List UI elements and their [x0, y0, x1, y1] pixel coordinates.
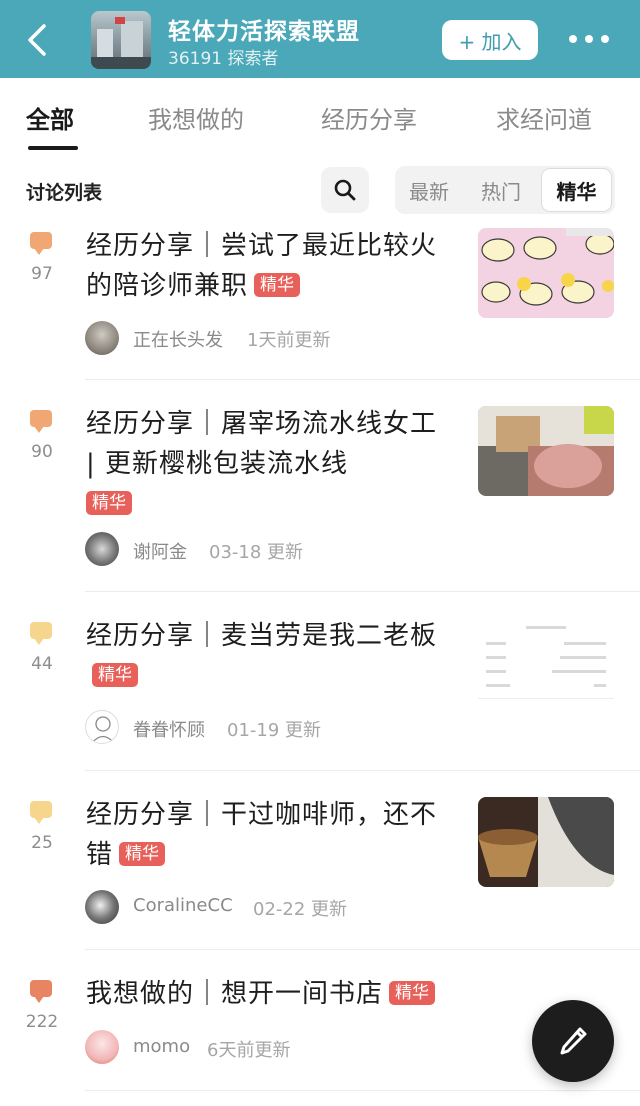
divider — [85, 949, 640, 950]
comment-bubble-icon — [30, 622, 52, 645]
comment-bubble-icon — [30, 801, 52, 824]
update-time: 01-19 更新 — [227, 720, 322, 741]
comment-count: 90 — [31, 442, 53, 462]
tab-want-to-do[interactable]: 我想做的 — [148, 100, 244, 135]
author-avatar[interactable] — [85, 321, 119, 355]
divider — [85, 379, 640, 380]
divider — [85, 1090, 640, 1091]
post-title: 经历分享｜干过咖啡师，还不错 精华 — [86, 795, 456, 875]
update-time: 03-18 更新 — [209, 542, 304, 563]
search-button[interactable] — [321, 167, 369, 213]
divider — [85, 591, 640, 592]
group-title: 轻体力活探索联盟 — [168, 19, 360, 45]
comment-count: 44 — [31, 654, 53, 674]
tab-all[interactable]: 全部 — [26, 100, 74, 135]
group-avatar[interactable] — [91, 11, 151, 69]
comment-bubble-icon — [30, 980, 52, 1003]
active-tab-indicator — [28, 146, 78, 150]
comment-bubble-icon — [30, 232, 52, 255]
author-avatar[interactable] — [85, 532, 119, 566]
more-dots-icon[interactable] — [569, 35, 609, 45]
join-button[interactable]: + 加入 — [442, 20, 538, 60]
post-thumbnail[interactable] — [478, 228, 614, 318]
featured-badge: 精华 — [389, 981, 436, 1005]
post-thumbnail[interactable] — [478, 797, 614, 887]
compose-button[interactable] — [532, 1000, 614, 1082]
sort-segmented-control: 最新 热门 精华 — [395, 166, 615, 214]
post-title: 经历分享｜麦当劳是我二老板精华 — [86, 616, 456, 696]
author-avatar[interactable] — [85, 1030, 119, 1064]
author-name[interactable]: 眷眷怀顾 — [133, 716, 205, 742]
sort-featured[interactable]: 精华 — [541, 168, 612, 212]
featured-badge: 精华 — [86, 491, 132, 515]
post-title: 经历分享｜屠宰场流水线女工 | 更新樱桃包装流水线精华 — [86, 404, 456, 524]
author-avatar[interactable] — [85, 710, 119, 744]
tab-ask[interactable]: 求经问道 — [496, 100, 592, 135]
author-name[interactable]: CoralineCC — [133, 895, 233, 916]
post-title-text: 经历分享｜屠宰场流水线女工 | 更新樱桃包装流水线 — [86, 409, 438, 479]
divider — [85, 770, 640, 771]
featured-badge: 精华 — [92, 663, 138, 687]
post-thumbnail[interactable] — [478, 406, 614, 496]
back-chevron-icon[interactable] — [22, 20, 52, 60]
post-title-text: 我想做的｜想开一间书店 — [86, 979, 384, 1009]
pen-icon — [560, 1027, 587, 1055]
featured-badge: 精华 — [119, 842, 166, 866]
sort-latest[interactable]: 最新 — [409, 176, 449, 205]
member-count: 36191 探索者 — [168, 49, 279, 69]
author-name[interactable]: momo — [133, 1036, 190, 1057]
featured-badge: 精华 — [254, 273, 301, 297]
post-title: 我想做的｜想开一间书店 精华 — [86, 974, 456, 1014]
group-header: 轻体力活探索联盟 36191 探索者 + 加入 — [0, 0, 640, 78]
author-name[interactable]: 正在长头发 — [133, 326, 223, 352]
author-avatar[interactable] — [85, 890, 119, 924]
search-icon — [334, 179, 356, 201]
update-time: 6天前更新 — [207, 1040, 291, 1061]
post-title-text: 经历分享｜麦当劳是我二老板 — [86, 621, 438, 651]
comment-count: 97 — [31, 264, 53, 284]
tab-experience[interactable]: 经历分享 — [321, 100, 417, 135]
discussion-list-title: 讨论列表 — [26, 182, 103, 204]
post-thumbnail[interactable] — [478, 618, 614, 708]
comment-count: 25 — [31, 833, 53, 853]
author-name[interactable]: 谢阿金 — [133, 538, 187, 564]
post-title: 经历分享｜尝试了最近比较火的陪诊师兼职 精华 — [86, 226, 456, 306]
update-time: 02-22 更新 — [253, 899, 348, 920]
comment-bubble-icon — [30, 410, 52, 433]
update-time: 1天前更新 — [247, 330, 331, 351]
tab-bar: 全部 我想做的 经历分享 求经问道 — [0, 78, 640, 154]
comment-count: 222 — [25, 1012, 59, 1032]
sort-hot[interactable]: 热门 — [481, 176, 521, 205]
